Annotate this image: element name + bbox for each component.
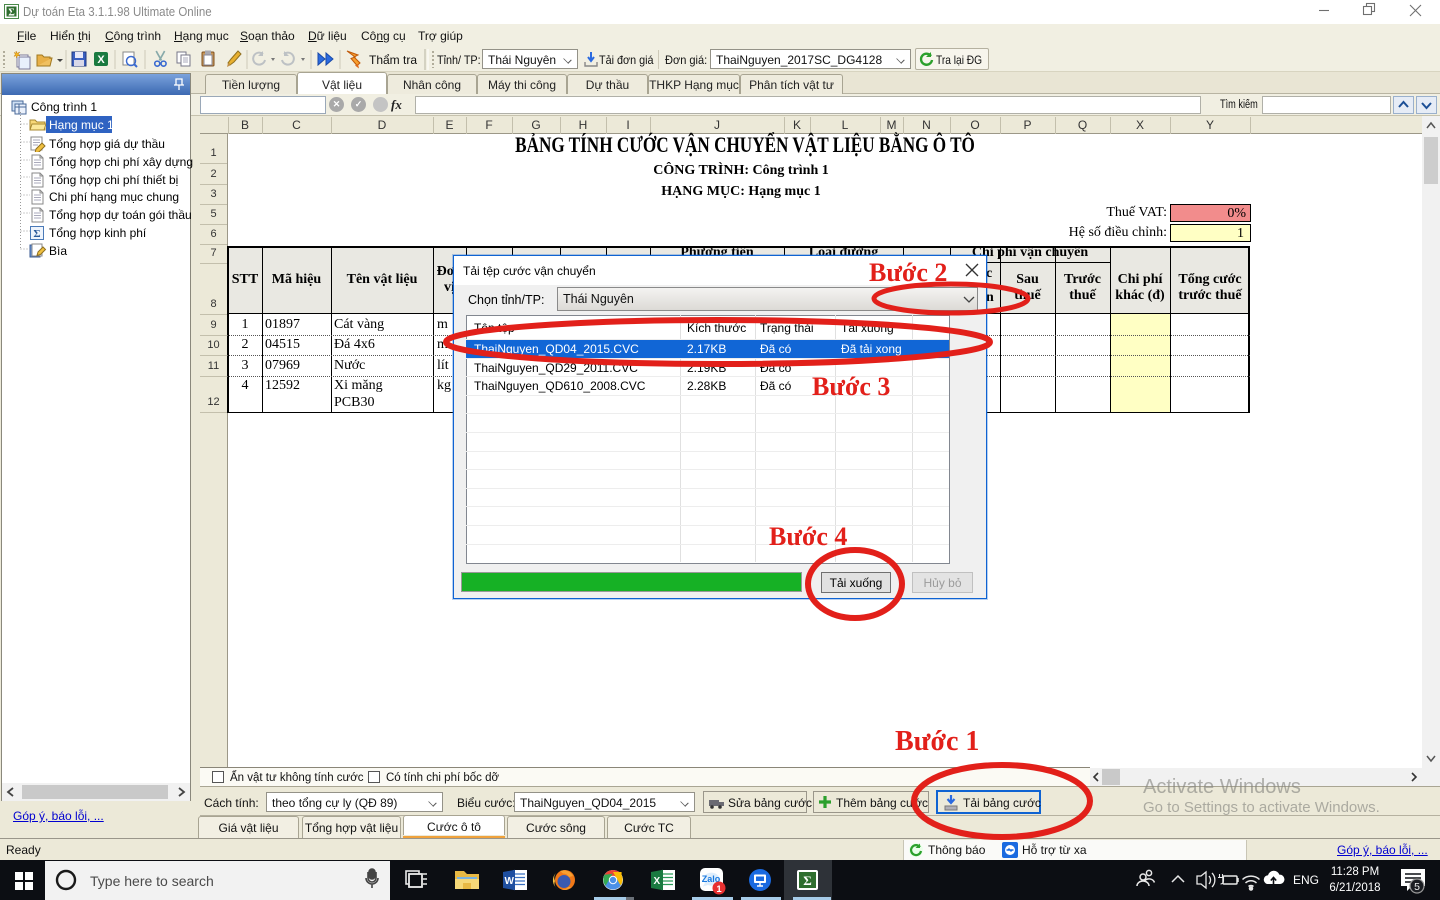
svg-text:X: X <box>654 876 661 887</box>
svg-text:W: W <box>505 876 515 887</box>
svg-text:Type here to search: Type here to search <box>90 873 214 889</box>
svg-text:5: 5 <box>1414 881 1420 893</box>
svg-text:1: 1 <box>716 884 722 895</box>
svg-text:Σ: Σ <box>803 873 812 888</box>
